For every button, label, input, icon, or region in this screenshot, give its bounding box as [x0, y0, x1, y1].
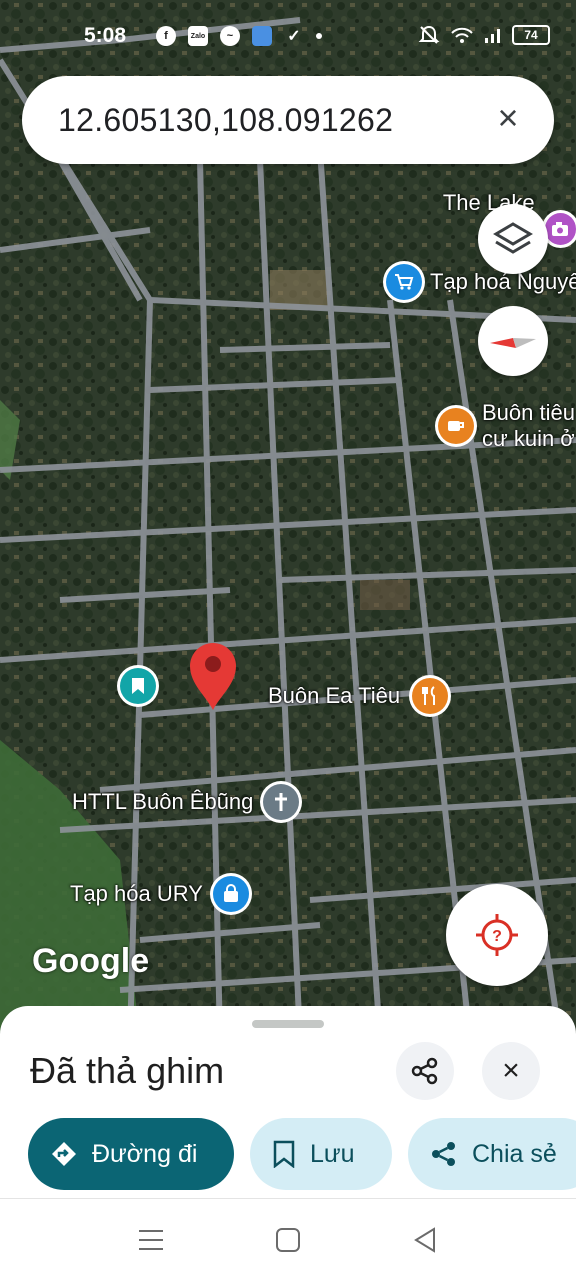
poi-saved-place[interactable]	[120, 668, 156, 704]
search-input[interactable]: 12.605130,108.091262	[58, 102, 393, 139]
svg-text:?: ?	[492, 928, 502, 945]
close-sheet-button[interactable]: ×	[482, 1042, 540, 1100]
app-icon	[252, 26, 272, 46]
share-icon	[430, 1140, 458, 1168]
shopping-bag-icon	[212, 876, 249, 912]
close-icon: ×	[502, 1054, 520, 1087]
status-time: 5:08	[84, 24, 127, 47]
drag-handle[interactable]	[252, 1020, 324, 1028]
cross-icon	[263, 784, 300, 820]
camera-icon	[544, 213, 576, 245]
google-attribution: Google	[32, 942, 150, 980]
poi-label: Tạp hóa URY	[70, 881, 203, 906]
system-icons: 74	[418, 24, 550, 46]
back-icon[interactable]	[410, 1225, 440, 1255]
wifi-icon	[451, 27, 473, 43]
share-icon-button[interactable]	[396, 1042, 454, 1100]
zalo-icon: Zalo	[188, 26, 208, 46]
share-icon	[411, 1057, 438, 1085]
shopping-cart-icon	[386, 264, 422, 300]
poi-label: Buôn Ea Tiêu	[268, 683, 401, 708]
home-icon[interactable]	[273, 1225, 303, 1255]
compass-button[interactable]	[478, 306, 548, 376]
sheet-title: Đã thả ghim	[30, 1050, 225, 1091]
system-nav-bar	[0, 1198, 576, 1281]
poi-tap-hoa-ury[interactable]: Tạp hóa URY	[70, 876, 249, 912]
save-label: Lưu	[310, 1139, 355, 1168]
coffee-icon	[438, 408, 474, 444]
battery-icon: 74	[512, 25, 550, 45]
layers-icon	[493, 222, 533, 254]
notification-icons: f Zalo ~ ✓	[156, 26, 322, 46]
bird-icon: ✓	[287, 28, 301, 45]
close-icon[interactable]: ×	[488, 98, 528, 138]
restaurant-icon	[412, 678, 449, 714]
poi-label: HTTL Buôn Êbũng	[72, 789, 254, 814]
share-button[interactable]: Chia sẻ	[408, 1118, 576, 1190]
poi-httl-buon-ebung[interactable]: HTTL Buôn Êbũng	[72, 784, 300, 820]
directions-label: Đường đi	[92, 1139, 198, 1168]
compass-icon	[490, 338, 536, 348]
share-label: Chia sẻ	[472, 1139, 557, 1168]
my-location-button[interactable]: ?	[446, 884, 548, 986]
facebook-icon: f	[156, 26, 176, 46]
bookmark-icon	[272, 1140, 296, 1168]
bookmark-icon	[120, 668, 156, 704]
bottom-sheet[interactable]: Đã thả ghim × Đường đi Lưu Chia sẻ	[0, 1006, 576, 1198]
dot-icon	[316, 33, 322, 39]
signal-icon	[485, 29, 500, 43]
search-bar[interactable]: 12.605130,108.091262 ×	[22, 76, 554, 164]
mute-icon	[418, 25, 440, 44]
layers-button[interactable]	[478, 204, 548, 274]
directions-button[interactable]: Đường đi	[28, 1118, 234, 1190]
poi-buon-ea-tieu[interactable]: Buôn Ea Tiêu	[268, 678, 449, 714]
location-unknown-icon: ?	[476, 914, 518, 956]
directions-icon	[50, 1140, 78, 1168]
poi-buon-tieu[interactable]: Buôn tiêu cư kuin ở	[438, 400, 575, 452]
recent-apps-icon[interactable]	[136, 1225, 166, 1255]
save-button[interactable]: Lưu	[250, 1118, 392, 1190]
dropped-pin-icon[interactable]	[188, 640, 238, 712]
messenger-icon: ~	[220, 26, 240, 46]
poi-label: Buôn tiêu cư kuin ở	[482, 400, 575, 451]
status-bar: 5:08 f Zalo ~ ✓ 74	[0, 0, 576, 78]
